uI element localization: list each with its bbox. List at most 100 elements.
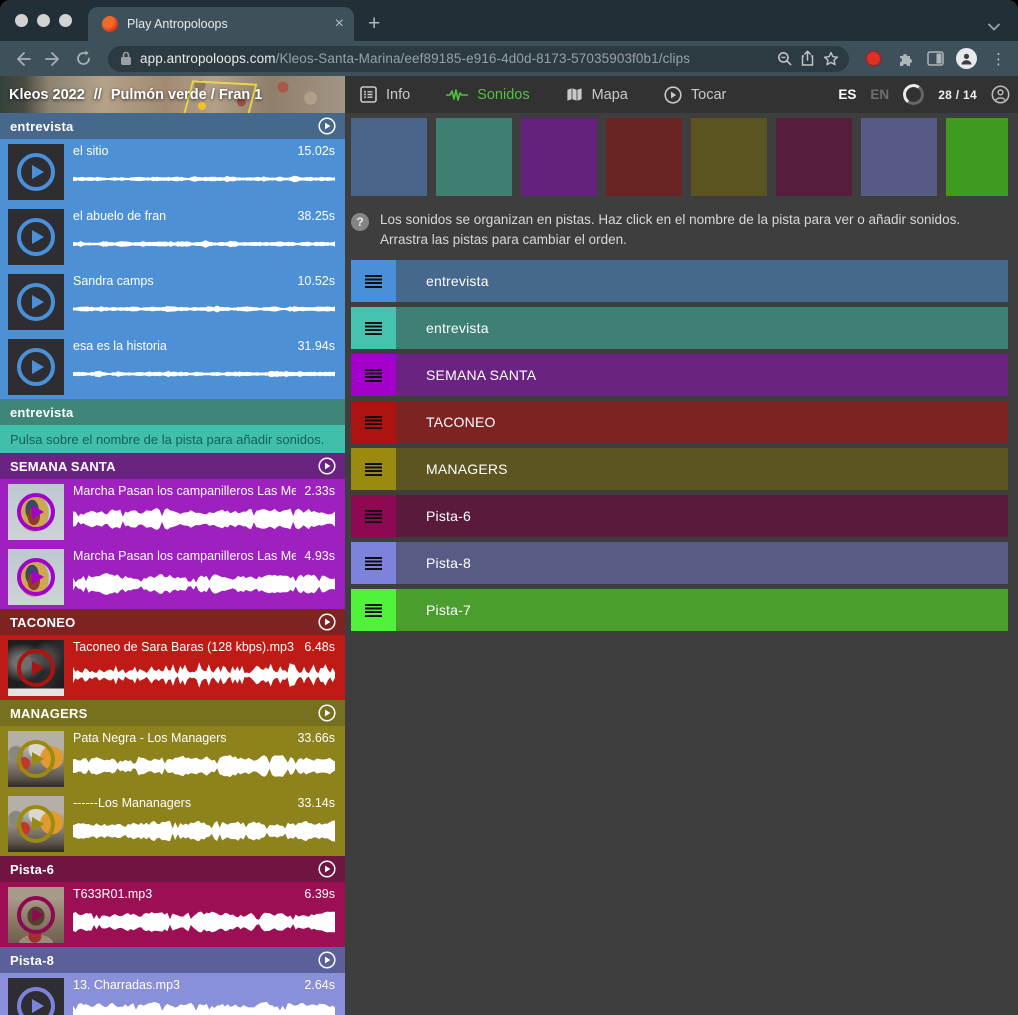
clip-play-icon[interactable] xyxy=(8,887,64,943)
clip-play-icon[interactable] xyxy=(8,731,64,787)
track-drag-handle[interactable] xyxy=(351,589,396,631)
track-header[interactable]: entrevista xyxy=(0,399,345,425)
clip-item[interactable]: T633R01.mp36.39s xyxy=(0,882,345,947)
forward-button[interactable] xyxy=(40,46,66,72)
zoom-window-button[interactable] xyxy=(59,14,72,27)
clip-item[interactable]: esa es la historia31.94s xyxy=(0,334,345,399)
track-row[interactable]: Pista-7 xyxy=(351,589,1008,631)
clip-play-icon[interactable] xyxy=(8,978,64,1015)
nav-sonidos[interactable]: Sonidos xyxy=(446,87,529,103)
lock-icon xyxy=(120,51,132,66)
minimize-window-button[interactable] xyxy=(37,14,50,27)
clip-duration: 15.02s xyxy=(297,144,335,158)
track-play-button[interactable] xyxy=(318,704,336,722)
track-color-swatch xyxy=(691,118,767,196)
track-row[interactable]: Pista-8 xyxy=(351,542,1008,584)
track-row-body[interactable]: entrevista xyxy=(396,307,1008,349)
clip-play-icon[interactable] xyxy=(8,796,64,852)
remix-banner[interactable]: Kleos 2022 // Pulmón verde / Fran 1 xyxy=(0,76,345,113)
track-row-body[interactable]: Pista-8 xyxy=(396,542,1008,584)
nav-info[interactable]: Info xyxy=(360,86,410,103)
new-tab-button[interactable]: + xyxy=(368,13,380,34)
app-nav: Info Sonidos Mapa Tocar xyxy=(360,86,726,104)
track-row-label: Pista-8 xyxy=(426,555,471,571)
track-row-body[interactable]: SEMANA SANTA xyxy=(396,354,1008,396)
track-drag-handle[interactable] xyxy=(351,401,396,443)
extensions-puzzle-icon[interactable] xyxy=(892,46,918,72)
track-header[interactable]: MANAGERS xyxy=(0,700,345,726)
clip-title: el abuelo de fran xyxy=(73,209,289,223)
lang-es-button[interactable]: ES xyxy=(838,87,856,102)
clip-play-icon[interactable] xyxy=(8,274,64,330)
side-panel-icon[interactable] xyxy=(922,46,948,72)
nav-info-label: Info xyxy=(386,87,410,103)
track-drag-handle[interactable] xyxy=(351,495,396,537)
back-button[interactable] xyxy=(10,46,36,72)
track-play-button[interactable] xyxy=(318,613,336,631)
record-extension-icon[interactable] xyxy=(865,50,882,67)
track-row-label: Pista-6 xyxy=(426,508,471,524)
clip-item[interactable]: Pata Negra - Los Managers33.66s xyxy=(0,726,345,791)
track-header[interactable]: SEMANA SANTA xyxy=(0,453,345,479)
track-drag-handle[interactable] xyxy=(351,542,396,584)
track-drag-handle[interactable] xyxy=(351,354,396,396)
track-play-button[interactable] xyxy=(318,951,336,969)
project-title: Kleos 2022 xyxy=(9,87,85,103)
track-row-body[interactable]: TACONEO xyxy=(396,401,1008,443)
track-row[interactable]: TACONEO xyxy=(351,401,1008,443)
clip-play-icon[interactable] xyxy=(8,549,64,605)
address-bar[interactable]: app.antropoloops.com/Kleos-Santa-Marina/… xyxy=(108,46,849,72)
track-header[interactable]: entrevista xyxy=(0,113,345,139)
track-row[interactable]: entrevista xyxy=(351,307,1008,349)
clip-item[interactable]: Sandra camps10.52s xyxy=(0,269,345,334)
browser-menu-icon[interactable]: ⋮ xyxy=(991,50,1006,68)
track-play-button[interactable] xyxy=(318,117,336,135)
clip-item[interactable]: Marcha Pasan los campanilleros Las Mejor… xyxy=(0,479,345,544)
browser-tab[interactable]: Play Antropoloops × xyxy=(88,7,354,41)
clip-item[interactable]: el sitio15.02s xyxy=(0,139,345,204)
track-row[interactable]: MANAGERS xyxy=(351,448,1008,490)
clip-play-icon[interactable] xyxy=(8,484,64,540)
track-play-button[interactable] xyxy=(318,860,336,878)
track-drag-handle[interactable] xyxy=(351,307,396,349)
reload-button[interactable] xyxy=(70,46,96,72)
zoom-page-icon[interactable] xyxy=(777,51,792,66)
track-row-body[interactable]: entrevista xyxy=(396,260,1008,302)
tab-close-icon[interactable]: × xyxy=(335,16,344,32)
url-domain: app.antropoloops.com xyxy=(140,51,276,66)
track-header[interactable]: Pista-8 xyxy=(0,947,345,973)
clip-duration: 6.48s xyxy=(304,640,335,654)
clip-item[interactable]: 13. Charradas.mp32.64s xyxy=(0,973,345,1015)
clip-play-icon[interactable] xyxy=(8,144,64,200)
clip-item[interactable]: ------Los Mananagers33.14s xyxy=(0,791,345,856)
clip-play-icon[interactable] xyxy=(8,339,64,395)
bookmark-star-icon[interactable] xyxy=(823,51,839,67)
close-window-button[interactable] xyxy=(15,14,28,27)
lang-en-button[interactable]: EN xyxy=(870,87,889,102)
tab-search-chevron-icon[interactable] xyxy=(988,23,1000,31)
track-row-body[interactable]: Pista-6 xyxy=(396,495,1008,537)
nav-mapa[interactable]: Mapa xyxy=(566,87,628,103)
track-row[interactable]: Pista-6 xyxy=(351,495,1008,537)
nav-tocar[interactable]: Tocar xyxy=(664,86,726,104)
track-row-body[interactable]: Pista-7 xyxy=(396,589,1008,631)
clip-item[interactable]: Marcha Pasan los campanilleros Las Mejor… xyxy=(0,544,345,609)
share-icon[interactable] xyxy=(800,50,815,67)
track-header[interactable]: Pista-6 xyxy=(0,856,345,882)
track-row-body[interactable]: MANAGERS xyxy=(396,448,1008,490)
browser-profile-avatar[interactable] xyxy=(956,48,977,69)
track-row[interactable]: entrevista xyxy=(351,260,1008,302)
track-header[interactable]: TACONEO xyxy=(0,609,345,635)
clip-play-icon[interactable] xyxy=(8,640,64,696)
track-drag-handle[interactable] xyxy=(351,260,396,302)
clip-item[interactable]: Taconeo de Sara Baras (128 kbps).mp36.48… xyxy=(0,635,345,700)
track-row[interactable]: SEMANA SANTA xyxy=(351,354,1008,396)
clip-duration: 10.52s xyxy=(297,274,335,288)
track-play-button[interactable] xyxy=(318,457,336,475)
sidebar-track-pista-6: Pista-6T633R01.mp36.39s xyxy=(0,856,345,947)
track-drag-handle[interactable] xyxy=(351,448,396,490)
account-icon[interactable] xyxy=(991,85,1010,104)
clip-play-icon[interactable] xyxy=(8,209,64,265)
clip-item[interactable]: el abuelo de fran38.25s xyxy=(0,204,345,269)
clip-title-row: el abuelo de fran38.25s xyxy=(73,209,335,223)
